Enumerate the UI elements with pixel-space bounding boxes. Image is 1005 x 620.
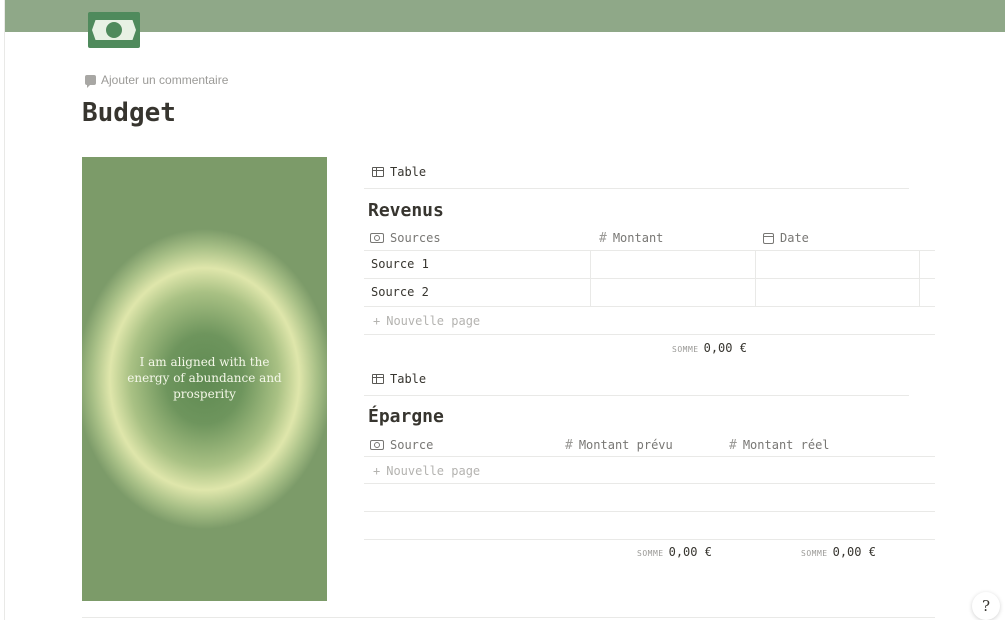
plus-icon: +	[373, 314, 381, 328]
source-cell[interactable]: Source 1	[371, 257, 429, 271]
column-divider	[755, 250, 756, 306]
divider	[82, 617, 935, 618]
hash-icon: #	[729, 437, 737, 453]
hash-icon: #	[565, 437, 573, 453]
view-tab-label: Table	[390, 372, 427, 386]
column-header-sources[interactable]: Sources	[370, 230, 441, 246]
new-page-label: Nouvelle page	[386, 314, 481, 328]
epargne-new-page-button[interactable]: + Nouvelle page	[373, 463, 480, 479]
column-header-montant[interactable]: # Montant	[599, 230, 663, 246]
table-row-divider	[364, 456, 935, 457]
cover-banner[interactable]	[5, 0, 1005, 32]
table-icon	[372, 167, 384, 177]
sum-value: 0,00 €	[703, 341, 747, 355]
table-icon	[372, 374, 384, 384]
money-icon	[370, 440, 384, 450]
revenus-new-page-button[interactable]: + Nouvelle page	[373, 313, 480, 329]
affirmation-image: I am aligned with the energy of abundanc…	[82, 157, 327, 601]
affirmation-line: prosperity	[173, 387, 236, 401]
source-cell[interactable]: Source 2	[371, 285, 429, 299]
left-edge	[0, 0, 5, 620]
column-header-montant-prevu[interactable]: # Montant prévu	[565, 437, 673, 453]
money-bill-icon[interactable]	[88, 12, 140, 48]
view-tab-label: Table	[390, 165, 427, 179]
column-label: Montant réel	[742, 438, 830, 452]
table-row-divider	[364, 250, 935, 251]
column-divider	[919, 250, 920, 306]
sum-value: 0,00 €	[668, 545, 712, 559]
epargne-title[interactable]: Épargne	[368, 406, 444, 427]
affirmation-line: energy of abundance and	[127, 371, 282, 385]
affirmation-line: I am aligned with the	[139, 355, 270, 369]
new-page-label: Nouvelle page	[386, 464, 481, 478]
column-label: Montant prévu	[578, 438, 673, 452]
divider	[364, 188, 909, 189]
epargne-view-tab[interactable]: Table	[372, 371, 426, 387]
money-icon	[370, 233, 384, 243]
table-row[interactable]: Source 1	[371, 256, 429, 272]
table-row-divider	[364, 278, 935, 279]
plus-icon: +	[373, 464, 381, 478]
column-header-date[interactable]: Date	[763, 230, 809, 246]
calendar-icon	[763, 232, 774, 244]
table-row-divider	[364, 483, 935, 484]
table-row-divider	[364, 306, 935, 307]
revenus-title[interactable]: Revenus	[368, 200, 444, 221]
column-header-source[interactable]: Source	[370, 437, 433, 453]
help-icon: ?	[981, 597, 991, 615]
add-comment-label: Ajouter un commentaire	[101, 73, 229, 87]
divider	[364, 395, 909, 396]
hash-icon: #	[599, 230, 607, 246]
table-row-divider	[364, 511, 935, 512]
column-label: Date	[780, 231, 809, 245]
sum-label: SOMME	[672, 345, 699, 354]
affirmation-quote: I am aligned with the energy of abundanc…	[82, 354, 327, 402]
column-divider	[590, 250, 591, 306]
sum-value: 0,00 €	[832, 545, 876, 559]
column-header-montant-reel[interactable]: # Montant réel	[729, 437, 830, 453]
epargne-montant-reel-sum[interactable]: SOMME 0,00 €	[801, 545, 876, 561]
sum-label: SOMME	[637, 549, 664, 558]
table-row-divider	[364, 334, 935, 335]
column-label: Sources	[390, 231, 441, 245]
comment-icon	[85, 75, 96, 88]
revenus-view-tab[interactable]: Table	[372, 164, 426, 180]
help-button[interactable]: ?	[972, 592, 1000, 620]
add-comment-button[interactable]: Ajouter un commentaire	[85, 72, 228, 88]
sum-label: SOMME	[801, 549, 828, 558]
revenus-montant-sum[interactable]: SOMME 0,00 €	[672, 341, 747, 357]
page-title[interactable]: Budget	[82, 98, 176, 128]
column-label: Source	[390, 438, 434, 452]
epargne-montant-prevu-sum[interactable]: SOMME 0,00 €	[637, 545, 712, 561]
column-label: Montant	[612, 231, 664, 245]
table-row-divider	[364, 539, 935, 540]
table-row[interactable]: Source 2	[371, 284, 429, 300]
